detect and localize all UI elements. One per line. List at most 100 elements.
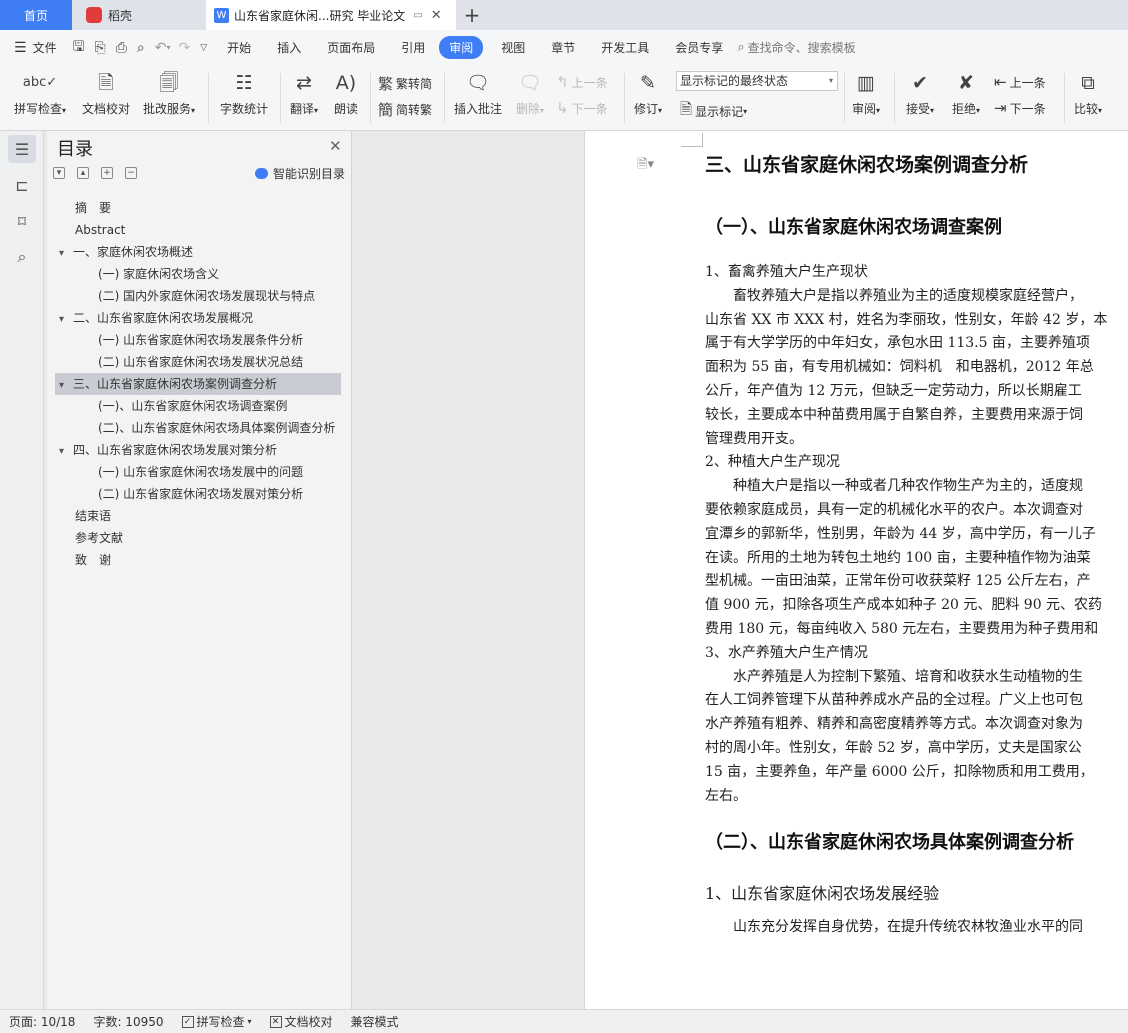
prev-change-button[interactable]: ⇤ 上一条 [994,73,1046,91]
menu-insert[interactable]: 插入 [269,39,309,56]
chevron-down-icon[interactable]: ▾ [59,243,73,263]
close-icon[interactable]: ✕ [329,137,342,155]
toc-item-3-1[interactable]: (一)、山东省家庭休闲农场调查案例 [55,395,341,417]
translate-button[interactable]: ⇄ 翻译▾ [286,69,322,117]
toc-item-label: 一、家庭休闲农场概述 [73,245,194,259]
toc-item-chapter-2[interactable]: ▾ 二、山东省家庭休闲农场发展概况 [55,307,341,329]
toc-item-references[interactable]: 参考文献 [55,527,341,549]
toc-item-label: 参考文献 [75,531,124,545]
toc-item-chapter-4[interactable]: ▾ 四、山东省家庭休闲农场发展对策分析 [55,439,341,461]
new-tab-button[interactable]: + [462,0,482,30]
redo-icon[interactable]: ↷ [179,40,191,56]
search-icon: ⌕ [17,247,27,266]
file-menu[interactable]: ☰ 文件 [0,39,65,56]
print-icon[interactable]: ⎙ [116,40,127,56]
undo-dropdown-icon[interactable]: ▾ [167,43,171,52]
next-change-button[interactable]: ⇥ 下一条 [994,99,1046,117]
left-toolstrip: ☰ ⊏ ⌑ ⌕ [0,131,44,1009]
toc-item-abstract-en[interactable]: Abstract [55,219,341,241]
show-markup-button[interactable]: 🗎 显示标记 ▾ [680,99,747,124]
doccheck-status[interactable]: ✕ 文档校对 [261,1013,342,1030]
chevron-down-icon[interactable]: ▾ [59,309,73,329]
delete-comment-button[interactable]: 🗨 删除▾ [510,69,550,117]
accept-button[interactable]: ✔ 接受▾ [900,69,940,117]
toc-item-1-2[interactable]: (二) 国内外家庭休闲农场发展现状与特点 [55,285,341,307]
review-pane-button[interactable]: ▥ 审阅▾ [846,69,886,117]
export-pdf-icon[interactable]: ⎘ [95,40,106,56]
reject-button[interactable]: ✘ 拒绝▾ [946,69,986,117]
menu-references[interactable]: 引用 [393,39,433,56]
document-body[interactable]: 三、山东省家庭休闲农场案例调查分析 （一）、山东省家庭休闲农场调查案例 1、畜禽… [705,151,1128,940]
tab-close-icon[interactable]: ✕ [431,8,442,23]
level-up-icon[interactable]: ▴ [77,167,89,179]
review-pane-icon: ▥ [857,72,875,94]
revise-button[interactable]: ✎ 修订▾ [628,69,668,117]
insert-comment-button[interactable]: 🗨 插入批注 [450,69,506,117]
revise-service-button[interactable]: 🗐 批改服务▾ [138,69,200,117]
menu-member[interactable]: 会员专享 [667,39,731,56]
tab-monitor-icon[interactable]: ▭ [413,10,422,21]
quick-access-more-icon[interactable]: ▽ [200,43,207,53]
tab-daoke[interactable]: 稻壳 [72,0,202,30]
undo-icon[interactable]: ↶ [155,40,167,56]
wordcount-button[interactable]: ☷ 字数统计 [216,69,272,117]
doccheck-status-label: 文档校对 [284,1015,333,1029]
tab-home[interactable]: 首页 [0,0,72,30]
spellcheck-button[interactable]: abc✓ 拼写检查▾ [10,69,70,117]
toc-item-4-1[interactable]: (一) 山东省家庭休闲农场发展中的问题 [55,461,341,483]
chevron-down-icon[interactable]: ▾ [59,441,73,461]
trad-to-simp-button[interactable]: 繁 繁转简 [378,73,432,94]
toc-item-2-2[interactable]: (二) 山东省家庭休闲农场发展状况总结 [55,351,341,373]
menu-developer[interactable]: 开发工具 [593,39,657,56]
paragraph-tool-icon[interactable]: 🗎▾ [637,155,654,177]
toc-item-label: (一) 山东省家庭休闲农场发展条件分析 [98,333,304,347]
toc-item-label: (二) 山东省家庭休闲农场发展状况总结 [98,355,304,369]
markup-state-select[interactable]: 显示标记的最终状态 ▾ [676,71,838,91]
menu-page-layout[interactable]: 页面布局 [319,39,383,56]
chevron-down-icon[interactable]: ▾ [59,375,73,395]
print-preview-icon[interactable]: ⌕ [137,40,145,56]
next-comment-button[interactable]: ↳ 下一条 [556,99,608,117]
toc-item-2-1[interactable]: (一) 山东省家庭休闲农场发展条件分析 [55,329,341,351]
accept-icon: ✔ [912,72,928,94]
simp-to-trad-button[interactable]: 簡 简转繁 [378,99,432,120]
toc-list-icon: ☰ [14,139,30,159]
doccheck-icon: 🗎 [98,72,114,94]
menu-start[interactable]: 开始 [219,39,259,56]
save-icon[interactable]: 🖫 [73,36,85,60]
page-indicator[interactable]: 页面: 10/18 [0,1013,84,1030]
prev-change-label: 上一条 [1009,75,1046,90]
compare-button[interactable]: ⧉ 比较▾ [1068,69,1108,117]
bookmark-button[interactable]: ⌑ [8,207,36,235]
word-count-indicator[interactable]: 字数: 10950 [84,1013,172,1030]
command-search[interactable]: ⌕ 查找命令、搜索模板 [737,39,855,56]
spellcheck-status[interactable]: ✓ 拼写检查 ▾ [173,1013,261,1030]
toc-item-thanks[interactable]: 致 谢 [55,549,341,571]
toc-item-chapter-3[interactable]: ▾ 三、山东省家庭休闲农场案例调查分析 [55,373,341,395]
paragraph-line: 山东省 XX 市 XXX 村，姓名为李丽玫，性别女，年龄 42 岁，本 [705,311,1108,328]
toc-item-1-1[interactable]: (一) 家庭休闲农场含义 [55,263,341,285]
menu-view[interactable]: 视图 [493,39,533,56]
prev-comment-button[interactable]: ↰ 上一条 [556,73,608,91]
hamburger-icon: ☰ [14,39,27,56]
toc-panel-button[interactable]: ☰ [8,135,36,163]
tab-document[interactable]: W 山东省家庭休闲...研究 毕业论文 ▭ ✕ [206,0,456,30]
document-page[interactable]: 🗎▾ 三、山东省家庭休闲农场案例调查分析 （一）、山东省家庭休闲农场调查案例 1… [584,131,1128,1009]
subsection-heading: （二）、山东省家庭休闲农场具体案例调查分析 [705,832,1074,854]
toc-item-abstract-cn[interactable]: 摘 要 [55,197,341,219]
toc-item-3-2[interactable]: (二)、山东省家庭休闲农场具体案例调查分析 [55,417,341,439]
menu-review[interactable]: 审阅 [439,36,484,59]
add-heading-icon[interactable]: + [101,167,113,179]
menu-chapter[interactable]: 章节 [543,39,583,56]
smart-toc-button[interactable]: 智能识别目录 [254,165,345,182]
find-button[interactable]: ⌕ [8,243,36,271]
doccheck-button[interactable]: 🗎 文档校对 [78,69,134,117]
toc-item-4-2[interactable]: (二) 山东省家庭休闲农场发展对策分析 [55,483,341,505]
toc-item-conclusion[interactable]: 结束语 [55,505,341,527]
show-markup-icon: 🗎 [680,100,693,118]
nav-tree-button[interactable]: ⊏ [8,171,36,199]
toc-item-chapter-1[interactable]: ▾ 一、家庭休闲农场概述 [55,241,341,263]
collapse-all-icon[interactable]: ▾ [53,167,65,179]
read-aloud-button[interactable]: A) 朗读 [328,69,364,117]
remove-heading-icon[interactable]: − [125,167,137,179]
